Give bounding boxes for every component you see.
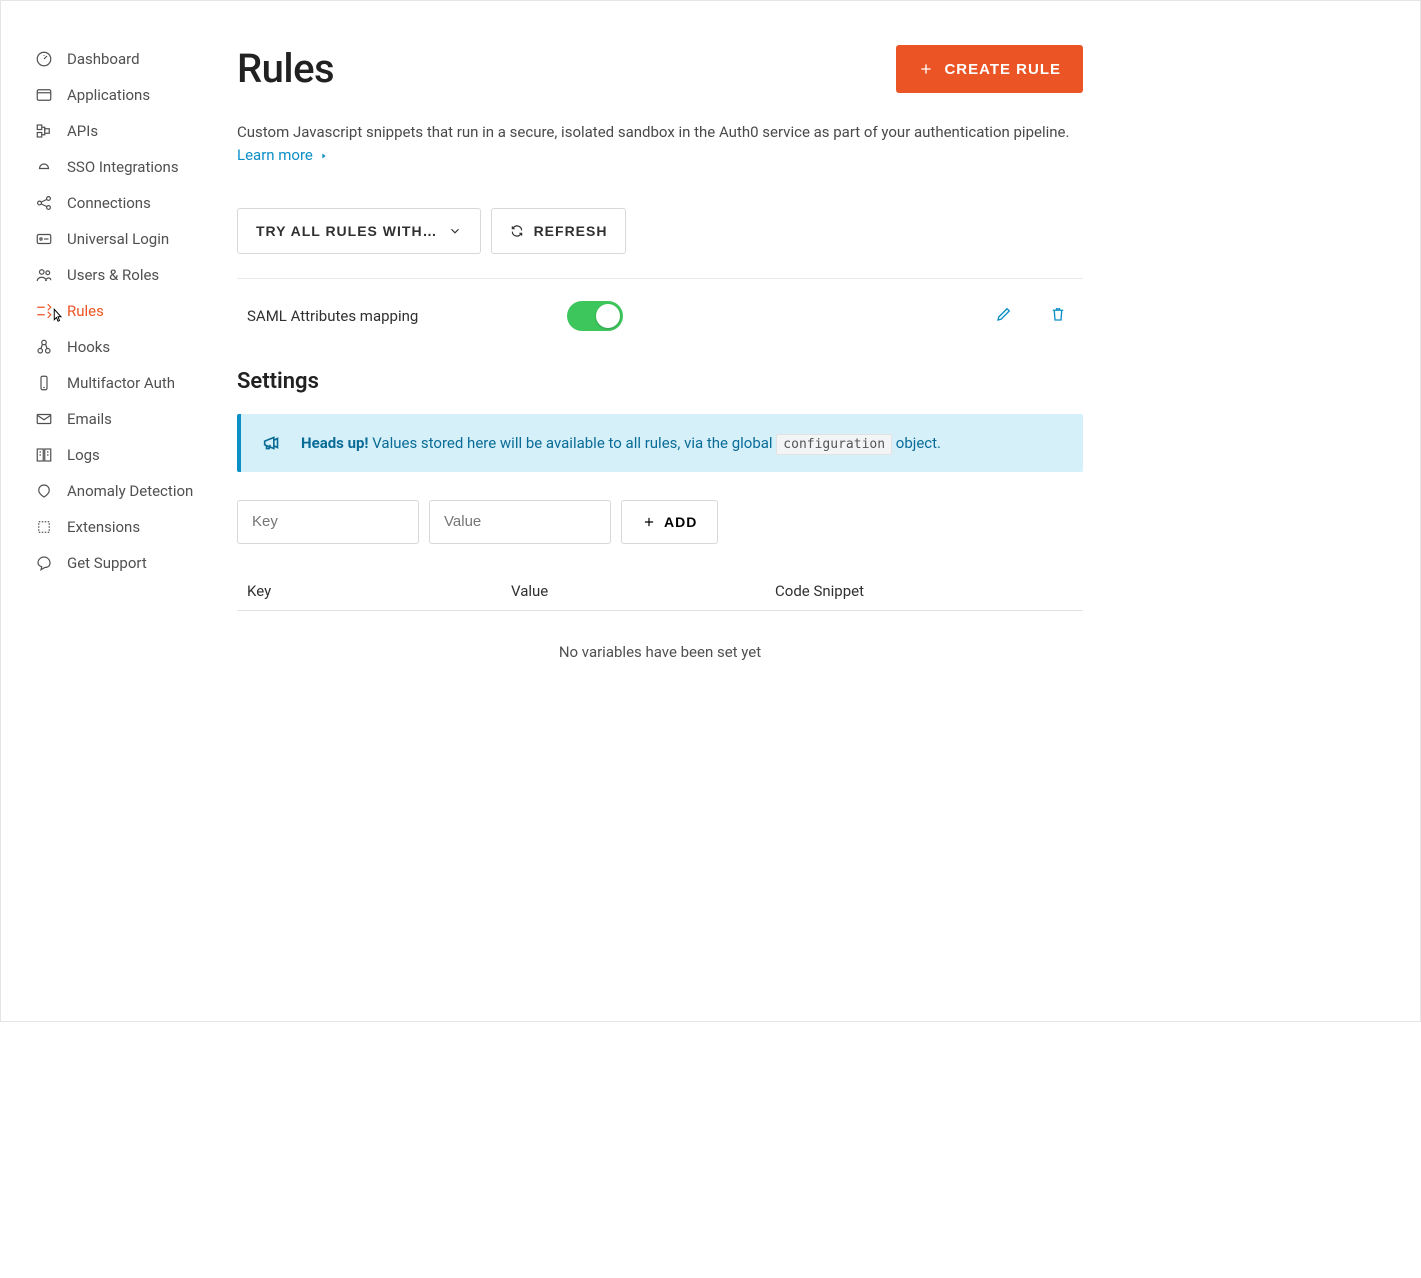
add-button[interactable]: ADD — [621, 500, 718, 544]
try-all-rules-label: TRY ALL RULES WITH… — [256, 223, 438, 239]
pencil-icon — [995, 305, 1013, 323]
sidebar-item-logs[interactable]: Logs — [35, 437, 221, 473]
learn-more-label: Learn more — [237, 144, 313, 167]
settings-title: Settings — [237, 369, 1083, 394]
sidebar-item-label: Dashboard — [67, 50, 140, 68]
create-rule-label: CREATE RULE — [944, 61, 1061, 78]
try-all-rules-button[interactable]: TRY ALL RULES WITH… — [237, 208, 481, 254]
settings-table: Key Value Code Snippet No variables have… — [237, 572, 1083, 693]
sidebar-item-apis[interactable]: APIs — [35, 113, 221, 149]
support-icon — [35, 554, 53, 572]
th-snippet: Code Snippet — [775, 582, 1073, 600]
chevron-down-icon — [448, 224, 462, 238]
rules-icon — [35, 302, 53, 320]
sidebar-item-extensions[interactable]: Extensions — [35, 509, 221, 545]
hooks-icon — [35, 338, 53, 356]
sidebar-item-emails[interactable]: Emails — [35, 401, 221, 437]
megaphone-icon — [261, 432, 283, 454]
value-input[interactable] — [429, 500, 611, 544]
anomaly-icon — [35, 482, 53, 500]
delete-rule-button[interactable] — [1045, 301, 1071, 330]
sidebar-item-label: Multifactor Auth — [67, 374, 175, 392]
page-description: Custom Javascript snippets that run in a… — [237, 123, 1069, 141]
create-rule-button[interactable]: CREATE RULE — [896, 45, 1083, 93]
sidebar-item-mfa[interactable]: Multifactor Auth — [35, 365, 221, 401]
login-icon — [35, 230, 53, 248]
rule-toggle[interactable] — [567, 301, 623, 331]
dashboard-icon — [35, 50, 53, 68]
page-title: Rules — [237, 45, 334, 92]
alert-body: Heads up! Values stored here will be ava… — [301, 434, 941, 452]
alert-bold: Heads up! — [301, 434, 369, 452]
plus-icon — [642, 515, 656, 529]
sidebar-item-applications[interactable]: Applications — [35, 77, 221, 113]
sidebar-item-label: Connections — [67, 194, 151, 212]
sidebar-item-connections[interactable]: Connections — [35, 185, 221, 221]
emails-icon — [35, 410, 53, 428]
sidebar-item-label: APIs — [67, 122, 98, 140]
settings-alert: Heads up! Values stored here will be ava… — [237, 414, 1083, 472]
sidebar: Dashboard Applications APIs SSO Integrat… — [1, 9, 221, 1021]
connections-icon — [35, 194, 53, 212]
sidebar-item-label: Universal Login — [67, 230, 169, 248]
sidebar-item-label: Rules — [67, 302, 104, 320]
refresh-label: REFRESH — [534, 223, 608, 239]
sidebar-item-anomaly[interactable]: Anomaly Detection — [35, 473, 221, 509]
plus-icon — [918, 61, 934, 77]
sidebar-item-users-roles[interactable]: Users & Roles — [35, 257, 221, 293]
sidebar-item-label: Extensions — [67, 518, 140, 536]
th-key: Key — [247, 582, 491, 600]
sidebar-item-label: Anomaly Detection — [67, 482, 193, 500]
sidebar-item-label: Logs — [67, 446, 100, 464]
learn-more-link[interactable]: Learn more — [237, 144, 329, 167]
sso-icon — [35, 158, 53, 176]
alert-code: configuration — [776, 434, 892, 455]
apis-icon — [35, 122, 53, 140]
rule-row: SAML Attributes mapping — [237, 279, 1083, 353]
key-input[interactable] — [237, 500, 419, 544]
sidebar-item-dashboard[interactable]: Dashboard — [35, 41, 221, 77]
sidebar-item-rules[interactable]: Rules — [35, 293, 221, 329]
sidebar-item-hooks[interactable]: Hooks — [35, 329, 221, 365]
sidebar-item-label: Applications — [67, 86, 150, 104]
applications-icon — [35, 86, 53, 104]
extensions-icon — [35, 518, 53, 536]
sidebar-item-label: Emails — [67, 410, 112, 428]
sidebar-item-label: Users & Roles — [67, 266, 159, 284]
refresh-icon — [510, 224, 524, 238]
sidebar-item-label: SSO Integrations — [67, 158, 179, 176]
add-label: ADD — [664, 514, 697, 530]
logs-icon — [35, 446, 53, 464]
rule-name: SAML Attributes mapping — [247, 307, 567, 325]
empty-message: No variables have been set yet — [237, 611, 1083, 693]
table-header: Key Value Code Snippet — [237, 572, 1083, 611]
main-content: Rules CREATE RULE Custom Javascript snip… — [221, 9, 1151, 1021]
mfa-icon — [35, 374, 53, 392]
sidebar-item-sso[interactable]: SSO Integrations — [35, 149, 221, 185]
refresh-button[interactable]: REFRESH — [491, 208, 627, 254]
th-value: Value — [511, 582, 755, 600]
sidebar-item-universal-login[interactable]: Universal Login — [35, 221, 221, 257]
users-icon — [35, 266, 53, 284]
caret-right-icon — [319, 151, 329, 161]
sidebar-item-label: Get Support — [67, 554, 147, 572]
alert-text-post: object. — [892, 434, 941, 452]
trash-icon — [1049, 305, 1067, 323]
sidebar-item-label: Hooks — [67, 338, 110, 356]
sidebar-item-support[interactable]: Get Support — [35, 545, 221, 581]
edit-rule-button[interactable] — [991, 301, 1017, 330]
alert-text-pre: Values stored here will be available to … — [369, 434, 777, 452]
